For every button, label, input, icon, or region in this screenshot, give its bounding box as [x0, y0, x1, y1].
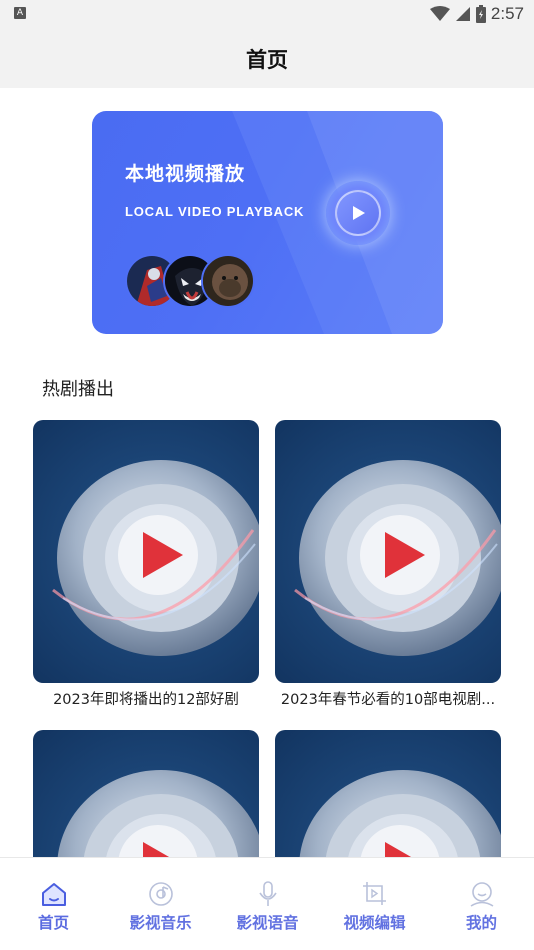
notification-icon: A [14, 7, 26, 19]
tab-movie-music[interactable]: 影视音乐 [107, 858, 214, 950]
bottom-tab-bar: 首页 影视音乐 影视语音 视频编辑 我的 [0, 857, 534, 950]
tab-label: 我的 [465, 914, 497, 932]
home-icon [39, 880, 69, 908]
video-title: 2023年即将播出的12部好剧 [53, 692, 239, 708]
tab-label: 首页 [37, 914, 69, 932]
crop-edit-icon [360, 880, 390, 908]
tab-mine[interactable]: 我的 [428, 858, 534, 950]
tab-movie-voice[interactable]: 影视语音 [214, 858, 321, 950]
play-button[interactable] [326, 181, 390, 245]
signal-icon [455, 7, 470, 21]
status-bar: A 2:57 [0, 0, 534, 28]
video-title: 2023年春节必看的10部电视剧... [280, 692, 496, 708]
video-thumbnail [33, 420, 259, 683]
microphone-icon [253, 880, 283, 908]
section-title: 热剧播出 [42, 379, 114, 400]
banner-subtitle: LOCAL VIDEO PLAYBACK [125, 204, 305, 219]
status-icons: 2:57 [429, 3, 524, 25]
title-bar: 首页 [0, 28, 534, 88]
banner-title: 本地视频播放 [125, 163, 246, 185]
video-thumbnail [275, 420, 501, 683]
tab-label: 影视语音 [236, 914, 299, 932]
play-icon [335, 190, 381, 236]
wifi-icon [429, 6, 450, 21]
page-title: 首页 [246, 48, 288, 72]
battery-icon [475, 5, 486, 23]
tab-home[interactable]: 首页 [0, 858, 107, 950]
avatar [201, 254, 255, 308]
tab-label: 影视音乐 [129, 914, 192, 932]
tab-video-edit[interactable]: 视频编辑 [321, 858, 428, 950]
status-time: 2:57 [490, 4, 524, 23]
music-disc-icon [146, 880, 176, 908]
user-icon [467, 880, 497, 908]
local-video-banner[interactable]: 本地视频播放 LOCAL VIDEO PLAYBACK [92, 111, 443, 334]
tab-label: 视频编辑 [343, 914, 406, 932]
